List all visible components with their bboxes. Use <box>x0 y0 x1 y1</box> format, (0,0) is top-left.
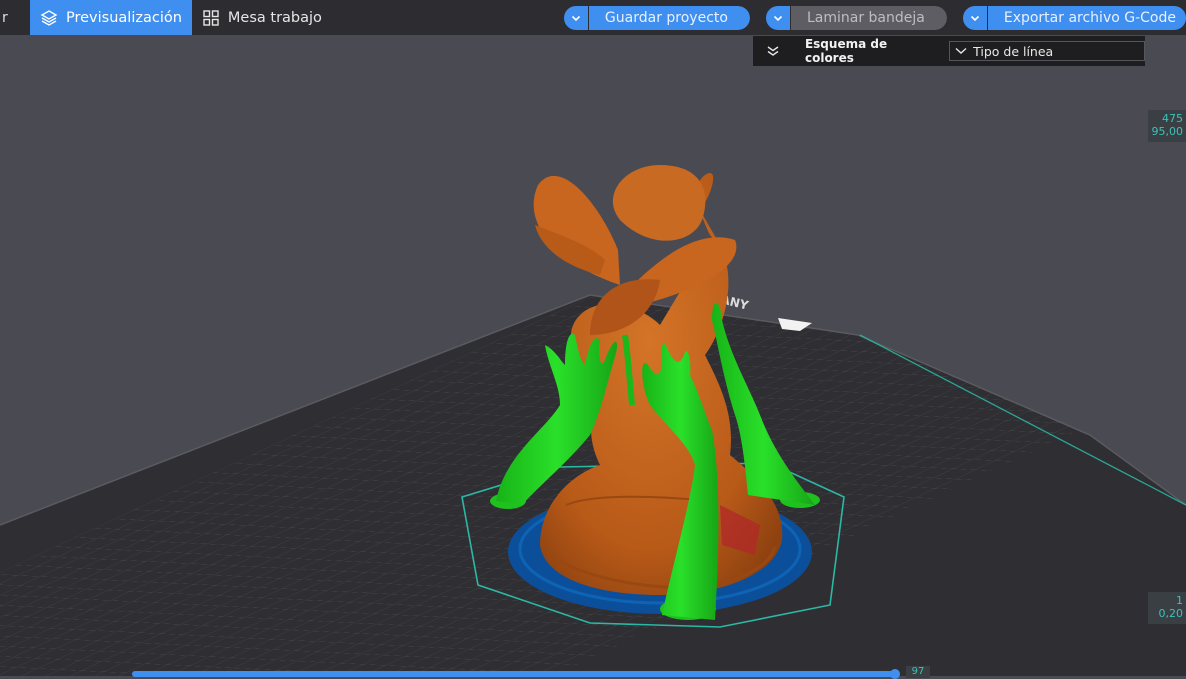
export-gcode-dropdown[interactable] <box>962 5 988 30</box>
tab-prepare-label: r <box>2 9 8 26</box>
top-toolbar: r Previsualización Mesa trabajo Guardar … <box>0 0 1186 35</box>
color-scheme-value: Tipo de línea <box>973 43 1054 59</box>
tab-preview[interactable]: Previsualización <box>30 0 192 35</box>
color-scheme-select[interactable]: Tipo de línea <box>949 41 1145 61</box>
save-project-dropdown[interactable] <box>563 5 589 30</box>
export-gcode-label[interactable]: Exportar archivo G-Code <box>987 5 1186 30</box>
export-gcode-button[interactable]: Exportar archivo G-Code <box>962 5 1186 30</box>
color-scheme-panel: Esquema de colores Tipo de línea <box>753 36 1145 66</box>
chevron-down-icon <box>571 15 580 21</box>
3d-viewport[interactable]: ANY <box>0 35 1186 676</box>
bottom-layer-height: 0,20 <box>1158 607 1184 620</box>
chevron-down-icon <box>955 47 967 54</box>
slice-plate-dropdown[interactable] <box>765 5 791 30</box>
layer-slider-bottom-label[interactable]: 1 0,20 <box>1148 592 1186 624</box>
save-project-label[interactable]: Guardar proyecto <box>588 5 750 30</box>
tab-workbench[interactable]: Mesa trabajo <box>192 0 332 35</box>
collapse-panel-button[interactable] <box>753 45 793 57</box>
layers-icon <box>40 9 58 26</box>
slice-plate-button[interactable]: Laminar bandeja <box>765 5 947 30</box>
double-chevron-icon <box>767 46 779 56</box>
grid-icon <box>203 9 219 26</box>
top-layer-number: 475 <box>1162 112 1183 125</box>
tab-prepare-truncated[interactable]: r <box>0 0 30 35</box>
top-layer-height: 95,00 <box>1151 125 1184 138</box>
tab-workbench-label: Mesa trabajo <box>227 9 322 26</box>
save-project-button[interactable]: Guardar proyecto <box>563 5 750 30</box>
move-slider-value: 97 <box>906 666 930 678</box>
chevron-down-icon <box>970 15 979 21</box>
layer-slider-top-label[interactable]: 475 95,00 <box>1148 110 1186 142</box>
slice-plate-label[interactable]: Laminar bandeja <box>790 5 947 30</box>
bottom-layer-number: 1 <box>1176 594 1183 607</box>
tab-preview-label: Previsualización <box>66 9 182 26</box>
color-scheme-title: Esquema de colores <box>804 37 888 65</box>
move-slider-track[interactable] <box>132 671 898 677</box>
move-slider-handle[interactable] <box>890 669 900 679</box>
chevron-down-icon <box>773 15 783 21</box>
